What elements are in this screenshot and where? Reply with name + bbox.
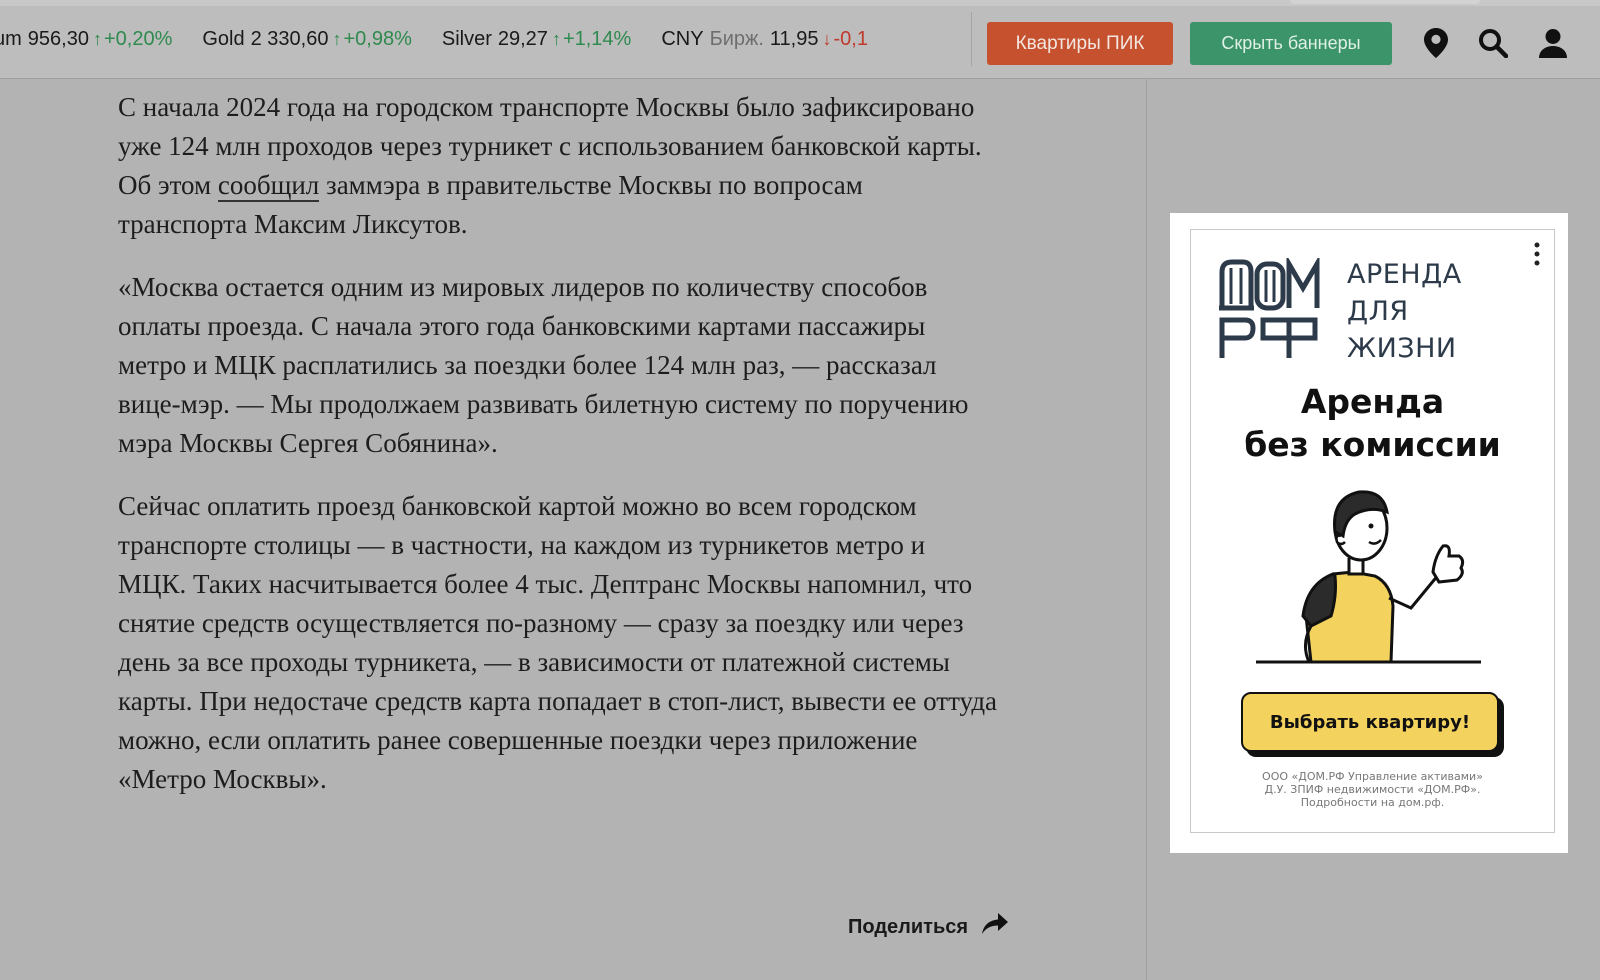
ad-card[interactable]: АРЕНДА ДЛЯ ЖИЗНИ Аренда без комиссии Выб… — [1190, 229, 1555, 833]
pik-apartments-button[interactable]: Квартиры ПИК — [987, 22, 1173, 65]
article-paragraph-1: С начала 2024 года на городском транспор… — [118, 88, 998, 244]
more-options-icon[interactable] — [1534, 242, 1540, 271]
search-icon[interactable] — [1475, 24, 1511, 62]
ticker-item[interactable]: Silver 29,27 ↑ +1,14% — [442, 28, 631, 51]
article-paragraph-3: Сейчас оплатить проезд банковской картой… — [118, 491, 998, 794]
source-link[interactable]: сообщил — [217, 170, 320, 202]
headline-line: Аренда — [1300, 382, 1445, 421]
share-label: Поделиться — [848, 915, 969, 938]
ad-tagline: АРЕНДА ДЛЯ ЖИЗНИ — [1347, 256, 1462, 367]
ticker-change: -0,1 — [833, 27, 868, 50]
legal-line: ООО «ДОМ.РФ Управление активами» — [1262, 770, 1483, 783]
headline-line: без комиссии — [1244, 425, 1501, 464]
tagline-line: АРЕНДА — [1347, 259, 1462, 290]
arrow-up-icon: ↑ — [551, 28, 561, 49]
person-thumbs-up-illustration — [1251, 476, 1491, 671]
ticker-symbol: Gold — [202, 27, 245, 50]
tagline-line: ДЛЯ — [1347, 296, 1409, 327]
tagline-line: ЖИЗНИ — [1347, 333, 1457, 364]
ticker-exchange: Бирж. — [709, 27, 764, 50]
ticker-symbol: CNY — [661, 27, 704, 50]
ad-legal-text: ООО «ДОМ.РФ Управление активами» Д.У. ЗП… — [1231, 770, 1514, 809]
ticker-value: 11,95 — [769, 27, 819, 50]
ticker-change: +0,20% — [103, 27, 173, 50]
choose-apartment-button[interactable]: Выбрать квартиру! — [1241, 692, 1499, 752]
browser-tab-edge — [1290, 0, 1480, 4]
ticker-change: +0,98% — [343, 27, 412, 50]
ticker-symbol: um — [0, 27, 22, 50]
ticker-value: 2 330,60 — [250, 27, 329, 50]
dom-rf-logo — [1219, 254, 1323, 367]
divider — [971, 12, 972, 66]
legal-line: Д.У. ЗПИФ недвижимости «ДОМ.РФ». — [1264, 783, 1481, 796]
share-button[interactable]: Поделиться — [848, 913, 1009, 941]
arrow-down-icon: ↓ — [822, 28, 832, 49]
ticker-item[interactable]: um956,30↑+0,20% — [0, 28, 172, 51]
column-divider — [1146, 78, 1147, 980]
ticker-value: 29,27 — [497, 27, 548, 50]
top-bar: um956,30↑+0,20%Gold2 330,60↑+0,98%Silver… — [0, 0, 1600, 79]
share-arrow-icon — [982, 913, 1009, 941]
arrow-up-icon: ↑ — [92, 28, 102, 49]
market-ticker: um956,30↑+0,20%Gold2 330,60↑+0,98%Silver… — [0, 0, 970, 78]
ticker-change: +1,14% — [562, 27, 632, 50]
ticker-item[interactable]: Gold 2 330,60 ↑ +0,98% — [202, 28, 412, 51]
ad-headline: Аренда без комиссии — [1191, 380, 1554, 466]
arrow-up-icon: ↑ — [332, 28, 342, 49]
article-body: С начала 2024 года на городском транспор… — [118, 88, 998, 823]
ticker-value: 956,30 — [27, 27, 89, 50]
legal-line: Подробности на дом.рф. — [1300, 796, 1445, 809]
ticker-item[interactable]: CNY Бирж. 11,95 ↓ -0,1 — [661, 28, 868, 51]
hide-banners-button[interactable]: Скрыть баннеры — [1190, 22, 1392, 65]
user-icon[interactable] — [1535, 24, 1571, 62]
ad-banner[interactable]: АРЕНДА ДЛЯ ЖИЗНИ Аренда без комиссии Выб… — [1170, 213, 1568, 853]
location-pin-icon[interactable] — [1418, 24, 1454, 62]
article-paragraph-2: «Москва остается одним из мировых лидеро… — [118, 272, 969, 458]
ticker-symbol: Silver — [441, 27, 492, 50]
